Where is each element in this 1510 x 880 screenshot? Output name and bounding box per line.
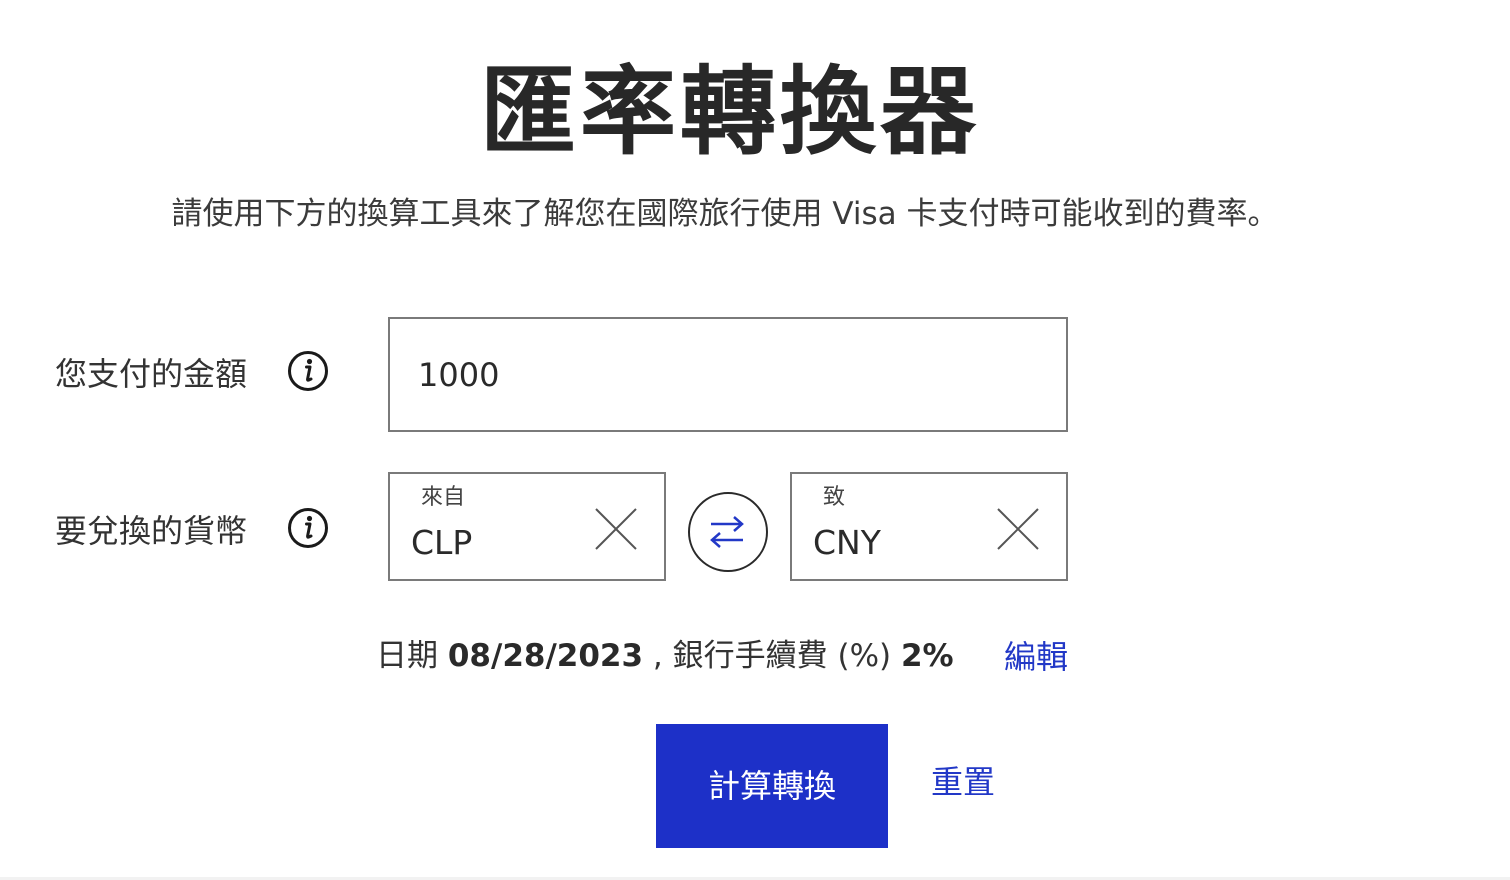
reset-link[interactable]: 重置	[931, 762, 995, 802]
swap-currencies-button[interactable]	[688, 492, 768, 572]
fee-value: 2%	[900, 638, 954, 674]
edit-link[interactable]: 編輯	[1004, 637, 1068, 677]
calculate-button[interactable]: 計算轉換	[656, 724, 888, 848]
fee-label: 銀行手續費 (%)	[672, 638, 892, 674]
to-currency-caption: 致	[823, 485, 846, 510]
info-icon[interactable]	[287, 350, 329, 392]
close-icon[interactable]	[996, 507, 1040, 551]
amount-field	[388, 317, 1068, 432]
to-currency-select[interactable]: 致 CNY	[790, 472, 1068, 581]
from-currency-caption: 來自	[421, 485, 466, 510]
swap-arrows-icon	[710, 516, 744, 548]
amount-label: 您支付的金額	[55, 355, 248, 393]
currency-label: 要兌換的貨幣	[55, 512, 248, 550]
from-currency-select[interactable]: 來自 CLP	[388, 472, 666, 581]
date-value: 08/28/2023	[447, 638, 644, 674]
page-title: 匯率轉換器	[480, 56, 980, 168]
amount-input[interactable]	[418, 319, 1018, 430]
page-subtitle: 請使用下方的換算工具來了解您在國際旅行使用 Visa 卡支付時可能收到的費率。	[171, 196, 1279, 232]
info-icon[interactable]	[287, 507, 329, 549]
close-icon[interactable]	[594, 507, 638, 551]
to-currency-value: CNY	[813, 523, 881, 562]
date-label: 日期	[376, 638, 438, 674]
details-separator: ,	[643, 638, 673, 674]
from-currency-value: CLP	[411, 523, 473, 562]
conversion-details: 日期 08/28/2023 , 銀行手續費 (%) 2%	[376, 636, 954, 676]
